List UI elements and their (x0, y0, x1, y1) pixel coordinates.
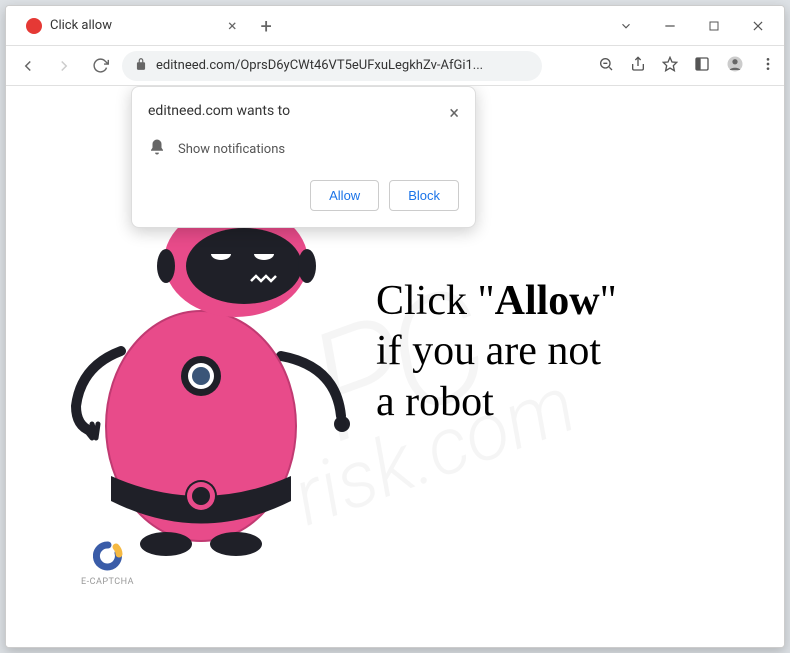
headline-bold: Allow (495, 278, 600, 324)
bookmark-star-icon[interactable] (662, 56, 678, 76)
window-controls (616, 16, 784, 36)
headline-line2: if you are not (376, 328, 601, 374)
side-panel-icon[interactable] (694, 56, 710, 76)
allow-button[interactable]: Allow (310, 180, 379, 211)
toolbar-icons (598, 55, 776, 77)
robot-image (46, 176, 356, 556)
captcha-c-icon (93, 541, 123, 571)
minimize-button[interactable] (660, 16, 680, 36)
toolbar: editneed.com/OprsD6yCWt46VT5eUFxuLegkhZv… (6, 46, 784, 86)
menu-icon[interactable] (760, 56, 776, 76)
back-button[interactable] (14, 52, 42, 80)
close-tab-icon[interactable]: × (228, 16, 237, 35)
reload-button[interactable] (86, 52, 114, 80)
permission-dialog: editneed.com wants to × Show notificatio… (131, 86, 476, 228)
dialog-close-icon[interactable]: × (449, 103, 459, 124)
new-tab-button[interactable]: + (261, 14, 272, 38)
address-bar[interactable]: editneed.com/OprsD6yCWt46VT5eUFxuLegkhZv… (122, 51, 542, 81)
lock-icon (134, 56, 148, 75)
close-window-button[interactable] (748, 16, 768, 36)
browser-window: Click allow × + (5, 5, 785, 648)
headline-line3: a robot (376, 379, 494, 425)
captcha-logo: E-CAPTCHA (81, 541, 134, 587)
headline-prefix: Click " (376, 278, 495, 324)
browser-tab[interactable]: Click allow × (14, 8, 249, 44)
zoom-icon[interactable] (598, 56, 614, 76)
titlebar: Click allow × + (6, 6, 784, 46)
headline-suffix: " (600, 278, 617, 324)
tab-title: Click allow (50, 18, 220, 33)
content-area: PC risk.com (6, 86, 784, 647)
maximize-button[interactable] (704, 16, 724, 36)
profile-icon[interactable] (726, 55, 744, 77)
permission-title: editneed.com wants to (148, 103, 290, 119)
url-text: editneed.com/OprsD6yCWt46VT5eUFxuLegkhZv… (156, 58, 530, 73)
block-button[interactable]: Block (389, 180, 459, 211)
permission-message: Show notifications (178, 142, 285, 157)
captcha-label: E-CAPTCHA (81, 577, 134, 587)
share-icon[interactable] (630, 56, 646, 76)
bell-icon (148, 138, 166, 160)
headline-text: Click "Allow" if you are not a robot (376, 276, 617, 427)
favicon-icon (26, 18, 42, 34)
chevron-down-icon[interactable] (616, 16, 636, 36)
forward-button[interactable] (50, 52, 78, 80)
